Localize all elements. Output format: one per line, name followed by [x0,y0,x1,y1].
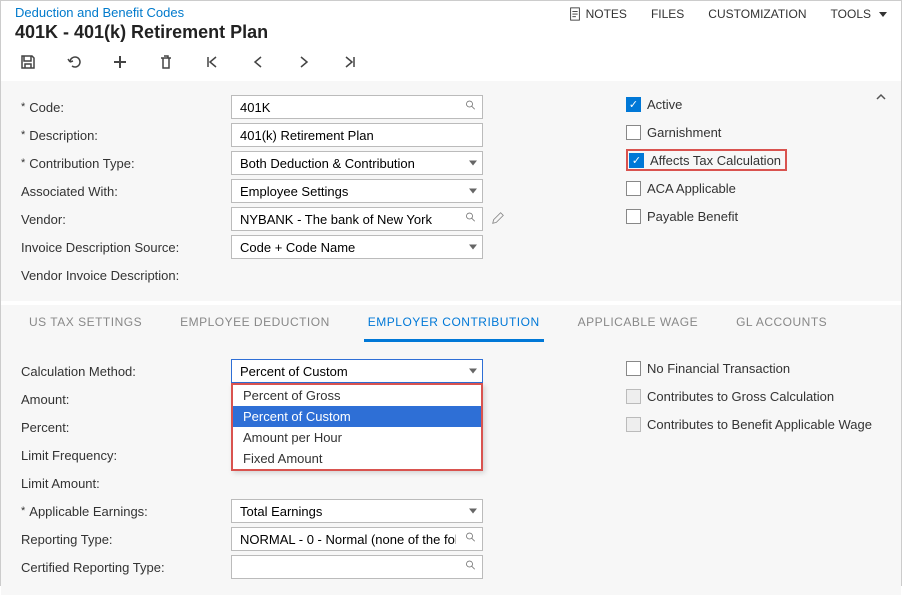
limit-frequency-label: Limit Frequency: [21,448,231,463]
code-label: Code: [21,100,231,115]
undo-button[interactable] [65,53,83,71]
tab-employee-deduction[interactable]: EMPLOYEE DEDUCTION [176,305,334,342]
notes-link[interactable]: NOTES [568,7,627,21]
calc-method-select[interactable] [231,359,483,383]
active-label: Active [647,97,682,112]
contributes-gross-label: Contributes to Gross Calculation [647,389,834,404]
active-checkbox-row[interactable]: ✓ Active [626,93,787,115]
checkbox-icon [626,125,641,140]
files-label: FILES [651,7,684,21]
tab-employer-contribution[interactable]: EMPLOYER CONTRIBUTION [364,305,544,342]
vendor-label: Vendor: [21,212,231,227]
dropdown-option[interactable]: Amount per Hour [233,427,481,448]
certified-reporting-input[interactable] [231,555,483,579]
garnishment-label: Garnishment [647,125,721,140]
chevron-down-icon [879,12,887,17]
collapse-button[interactable] [875,91,887,106]
associated-with-select[interactable] [231,179,483,203]
limit-amount-label: Limit Amount: [21,476,231,491]
dropdown-option[interactable]: Fixed Amount [233,448,481,469]
tools-link[interactable]: TOOLS [831,7,887,21]
tab-applicable-wage[interactable]: APPLICABLE WAGE [574,305,702,342]
calc-method-dropdown[interactable]: Percent of Gross Percent of Custom Amoun… [231,383,483,471]
contribution-type-select[interactable] [231,151,483,175]
description-input[interactable] [231,123,483,147]
invoice-desc-source-select[interactable] [231,235,483,259]
contribution-type-label: Contribution Type: [21,156,231,171]
amount-label: Amount: [21,392,231,407]
aca-checkbox-row[interactable]: ACA Applicable [626,177,787,199]
checkbox-icon [626,209,641,224]
prev-button[interactable] [249,53,267,71]
vendor-input[interactable] [231,207,483,231]
edit-icon[interactable] [491,211,505,228]
code-input[interactable] [231,95,483,119]
payable-checkbox-row[interactable]: Payable Benefit [626,205,787,227]
next-button[interactable] [295,53,313,71]
description-label: Description: [21,128,231,143]
dropdown-option[interactable]: Percent of Gross [233,385,481,406]
associated-with-label: Associated With: [21,184,231,199]
checkbox-disabled-icon [626,417,641,432]
dropdown-option-selected[interactable]: Percent of Custom [233,406,481,427]
tab-us-tax-settings[interactable]: US TAX SETTINGS [25,305,146,342]
invoice-desc-source-label: Invoice Description Source: [21,240,231,255]
checkbox-icon [626,361,641,376]
add-button[interactable] [111,53,129,71]
aca-label: ACA Applicable [647,181,736,196]
customization-link[interactable]: CUSTOMIZATION [708,7,806,21]
document-icon [568,7,582,21]
files-link[interactable]: FILES [651,7,684,21]
applicable-earnings-label: Applicable Earnings: [21,504,231,519]
reporting-type-input[interactable] [231,527,483,551]
affects-tax-label: Affects Tax Calculation [650,153,781,168]
contributes-benefit-checkbox-row: Contributes to Benefit Applicable Wage [626,413,872,435]
tools-label: TOOLS [831,7,871,21]
certified-reporting-label: Certified Reporting Type: [21,560,231,575]
vendor-invoice-desc-label: Vendor Invoice Description: [21,268,231,283]
contributes-gross-checkbox-row: Contributes to Gross Calculation [626,385,872,407]
delete-button[interactable] [157,53,175,71]
no-financial-label: No Financial Transaction [647,361,790,376]
checkbox-icon [626,181,641,196]
affects-tax-checkbox-row[interactable]: ✓ Affects Tax Calculation [626,149,787,171]
garnishment-checkbox-row[interactable]: Garnishment [626,121,787,143]
checkbox-disabled-icon [626,389,641,404]
checkbox-checked-icon: ✓ [626,97,641,112]
page-title: 401K - 401(k) Retirement Plan [15,22,268,43]
payable-label: Payable Benefit [647,209,738,224]
reporting-type-label: Reporting Type: [21,532,231,547]
notes-label: NOTES [586,7,627,21]
save-button[interactable] [19,53,37,71]
contributes-benefit-label: Contributes to Benefit Applicable Wage [647,417,872,432]
applicable-earnings-select[interactable] [231,499,483,523]
customization-label: CUSTOMIZATION [708,7,806,21]
percent-label: Percent: [21,420,231,435]
last-button[interactable] [341,53,359,71]
breadcrumb[interactable]: Deduction and Benefit Codes [15,5,268,20]
no-financial-checkbox-row[interactable]: No Financial Transaction [626,357,872,379]
checkbox-checked-icon: ✓ [629,153,644,168]
tab-gl-accounts[interactable]: GL ACCOUNTS [732,305,831,342]
first-button[interactable] [203,53,221,71]
calc-method-label: Calculation Method: [21,364,231,379]
